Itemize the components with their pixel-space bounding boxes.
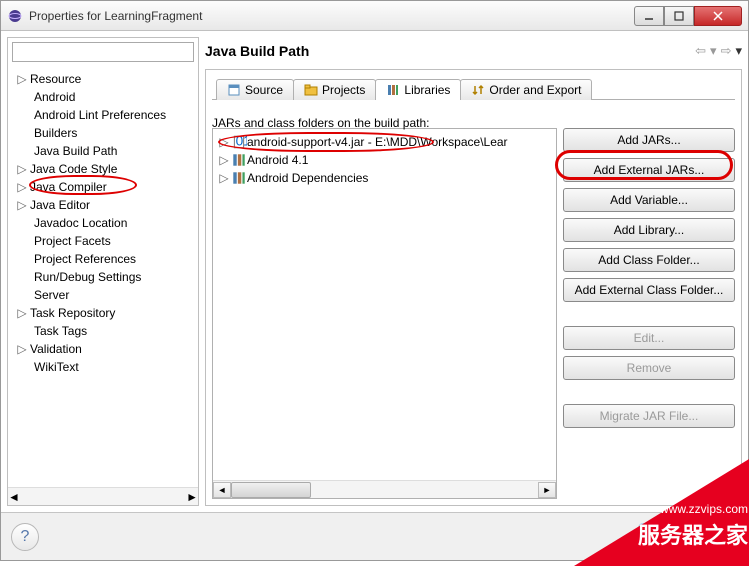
sidebar-item-label: Builders [32,126,77,140]
sidebar-item[interactable]: Server [8,286,198,304]
add-jars-button[interactable]: Add JARs... [563,128,735,152]
dialog-footer: ? OK [1,512,748,560]
sidebar-item-label: Android [32,90,75,104]
expand-icon: ▷ [16,180,28,194]
main-panel: Java Build Path ⇦ ▾ ⇨ ▾ Source Projects Li… [205,37,742,506]
expand-icon: ▷ [217,171,231,185]
sidebar-item-label: Run/Debug Settings [32,270,141,284]
sidebar-item[interactable]: Javadoc Location [8,214,198,232]
sidebar-item[interactable]: Java Build Path [8,142,198,160]
sidebar-item-label: Java Compiler [28,180,107,194]
sidebar-item[interactable]: ▷Java Editor [8,196,198,214]
tab-icon [304,83,318,97]
expand-icon: ▷ [16,306,28,320]
content-label: JARs and class folders on the build path… [212,116,429,130]
window-title: Properties for LearningFragment [29,9,634,23]
sidebar-item-label: Validation [28,342,82,356]
sidebar-item[interactable]: Run/Debug Settings [8,268,198,286]
sidebar-item-label: Java Code Style [28,162,117,176]
forward-dropdown-icon[interactable]: ▾ [735,43,742,59]
jar-tree-item[interactable]: ▷ Android Dependencies [217,169,552,187]
eclipse-icon [7,8,23,24]
migrate-jar-file-button: Migrate JAR File... [563,404,735,428]
tab-libraries[interactable]: Libraries [375,79,461,100]
sidebar-item-label: Resource [28,72,81,86]
expand-icon: ▷ [16,72,28,86]
tab-icon [386,83,400,97]
sidebar-item[interactable]: Builders [8,124,198,142]
sidebar-item[interactable]: ▷Resource [8,70,198,88]
sidebar-item-label: Javadoc Location [32,216,127,230]
back-dropdown-icon[interactable]: ▾ [710,43,717,59]
nav-icons: ⇦ ▾ ⇨ ▾ [695,43,742,59]
sidebar-item-label: Project References [32,252,136,266]
filter-input[interactable] [12,42,194,62]
category-tree[interactable]: ▷ResourceAndroidAndroid Lint Preferences… [8,66,198,487]
sidebar-item[interactable]: Project Facets [8,232,198,250]
tab-source[interactable]: Source [216,79,294,100]
tab-label: Source [245,83,283,97]
sidebar-item-label: Java Editor [28,198,90,212]
expand-icon: ▷ [16,162,28,176]
tab-projects[interactable]: Projects [293,79,376,100]
sidebar-item[interactable]: ▷Task Repository [8,304,198,322]
jar-tree-scrollbar[interactable]: ◄► [213,480,556,498]
sidebar-item[interactable]: Project References [8,250,198,268]
jar-icon: 010 [231,135,247,149]
sidebar-item[interactable]: ▷Java Code Style [8,160,198,178]
sidebar-scrollbar[interactable]: ◄► [8,487,198,505]
sidebar-item-label: Android Lint Preferences [32,108,166,122]
add-class-folder-button[interactable]: Add Class Folder... [563,248,735,272]
tab-label: Projects [322,83,365,97]
entry-label: Android 4.1 [247,153,308,167]
jar-tree[interactable]: ▷ 010android-support-v4.jar - E:\MDD\Work… [213,129,556,480]
jar-tree-item[interactable]: ▷ 010android-support-v4.jar - E:\MDD\Work… [217,133,552,151]
category-sidebar: ▷ResourceAndroidAndroid Lint Preferences… [7,37,199,506]
maximize-button[interactable] [664,6,694,26]
ok-button[interactable]: OK [640,525,728,549]
help-button[interactable]: ? [11,523,39,551]
sidebar-item-label: Java Build Path [32,144,117,158]
sidebar-item-label: Task Repository [28,306,115,320]
close-button[interactable] [694,6,742,26]
title-bar: Properties for LearningFragment [1,1,748,31]
tab-order-and-export[interactable]: Order and Export [460,79,592,100]
tab-label: Order and Export [489,83,581,97]
sidebar-item[interactable]: ▷Java Compiler [8,178,198,196]
entry-label: Android Dependencies [247,171,368,185]
tab-icon [227,83,241,97]
add-external-class-folder-button[interactable]: Add External Class Folder... [563,278,735,302]
svg-text:010: 010 [236,134,247,148]
forward-icon[interactable]: ⇨ [721,43,732,59]
sidebar-item-label: Project Facets [32,234,111,248]
sidebar-item[interactable]: Android [8,88,198,106]
library-icon [231,171,247,185]
expand-icon: ▷ [16,342,28,356]
tab-bar: Source Projects Libraries Order and Export [212,76,735,100]
remove-button: Remove [563,356,735,380]
expand-icon: ▷ [217,135,231,149]
sidebar-item[interactable]: WikiText [8,358,198,376]
button-column: Add JARs... Add External JARs... Add Varia… [563,128,735,499]
add-external-jars-button[interactable]: Add External JARs... [563,158,735,182]
add-variable-button[interactable]: Add Variable... [563,188,735,212]
jar-tree-item[interactable]: ▷ Android 4.1 [217,151,552,169]
page-title: Java Build Path [205,43,695,59]
expand-icon: ▷ [16,198,28,212]
sidebar-item-label: WikiText [32,360,79,374]
edit-button: Edit... [563,326,735,350]
tab-icon [471,83,485,97]
sidebar-item-label: Server [32,288,69,302]
sidebar-item[interactable]: ▷Validation [8,340,198,358]
back-icon[interactable]: ⇦ [695,43,706,59]
minimize-button[interactable] [634,6,664,26]
expand-icon: ▷ [217,153,231,167]
sidebar-item[interactable]: Android Lint Preferences [8,106,198,124]
entry-label: android-support-v4.jar - E:\MDD\Workspac… [247,135,508,149]
add-library-button[interactable]: Add Library... [563,218,735,242]
tab-label: Libraries [404,83,450,97]
sidebar-item-label: Task Tags [32,324,87,338]
library-icon [231,153,247,167]
sidebar-item[interactable]: Task Tags [8,322,198,340]
